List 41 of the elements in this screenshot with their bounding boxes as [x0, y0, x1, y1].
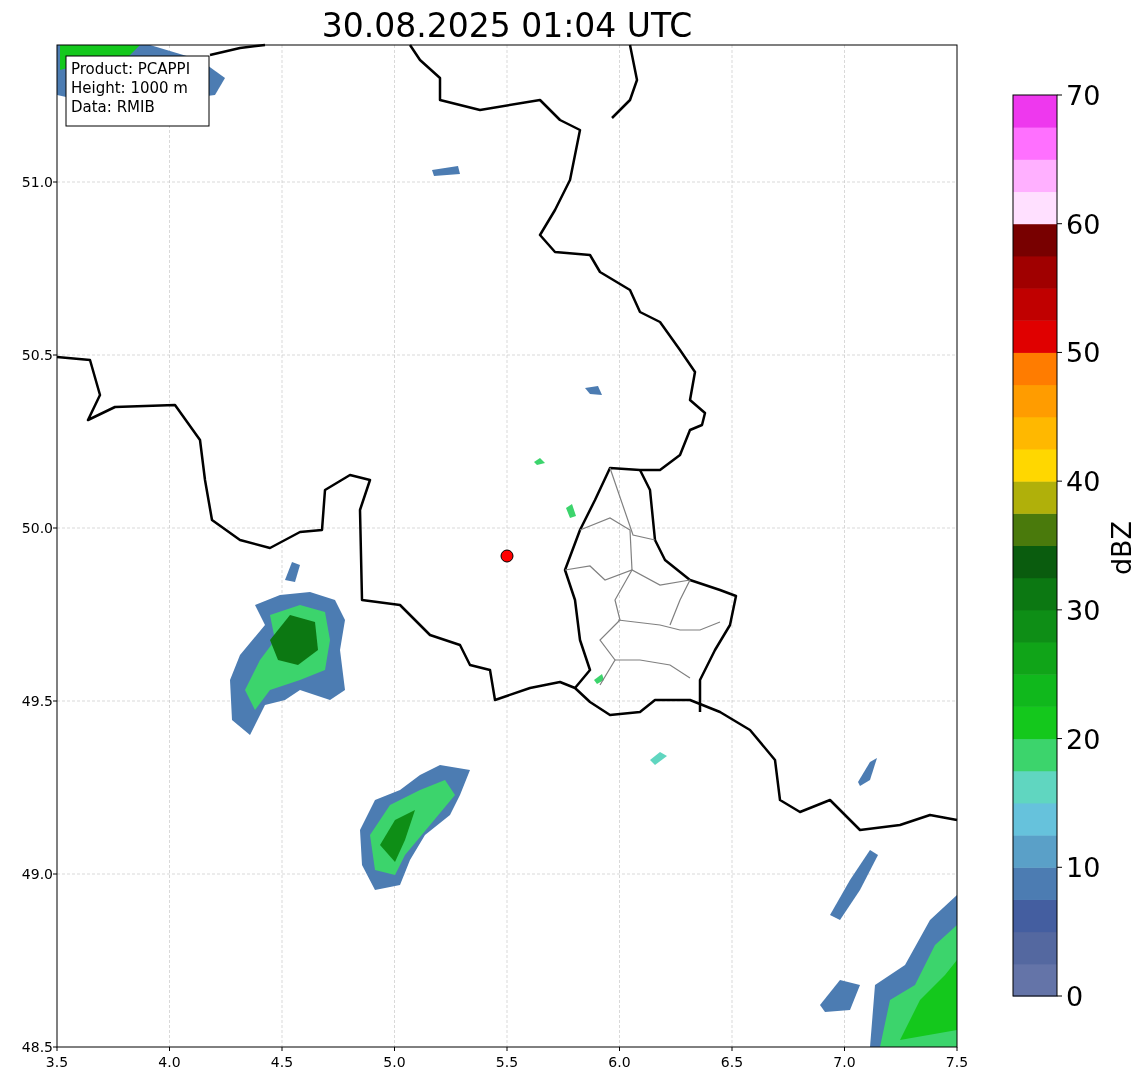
info-text: Product: PCAPPI: [71, 60, 191, 78]
precipitation-area: [594, 674, 604, 684]
y-tick-label: 51.0: [21, 174, 53, 190]
y-tick-label: 49.5: [21, 693, 53, 709]
colorbar-label: dBZ: [1106, 520, 1137, 576]
x-tick-label: 5.5: [495, 1054, 519, 1070]
colorbar-tick-label: 20: [1066, 723, 1101, 755]
info-text: Height: 1000 m: [71, 79, 188, 97]
colorbar-tick-label: 40: [1066, 466, 1101, 498]
precipitation-area: [830, 850, 878, 920]
y-tick-label: 48.5: [21, 1039, 53, 1055]
x-tick-label: 7.5: [945, 1054, 969, 1070]
precipitation-area: [820, 980, 860, 1012]
x-tick-label: 4.0: [158, 1054, 181, 1070]
precipitation-area: [534, 458, 545, 465]
colorbar-tick-label: 70: [1066, 80, 1101, 111]
precipitation-area: [380, 810, 415, 862]
x-tick-label: 6.0: [608, 1054, 631, 1070]
colorbar-tick-label: 60: [1066, 208, 1101, 240]
info-text: Data: RMIB: [71, 98, 155, 116]
y-tick-label: 49.0: [21, 866, 53, 882]
colorbar-tick-label: 10: [1066, 852, 1101, 884]
x-tick-label: 4.5: [270, 1054, 294, 1070]
map-title: 30.08.2025 01:04 UTC: [321, 6, 693, 45]
radar-site-marker: [500, 549, 514, 563]
precipitation-area: [285, 562, 300, 582]
colorbar-tick-label: 50: [1066, 337, 1101, 369]
precipitation-area: [566, 504, 576, 518]
precipitation-area: [432, 166, 460, 176]
precipitation-area: [858, 758, 877, 786]
y-tick-label: 50.5: [21, 347, 53, 363]
colorbar-tick-label: 0: [1066, 981, 1084, 1012]
y-tick-label: 50.0: [21, 520, 53, 536]
x-tick-label: 5.0: [383, 1054, 406, 1070]
x-tick-label: 3.5: [45, 1054, 69, 1070]
precipitation-area: [585, 386, 602, 395]
x-tick-label: 7.0: [833, 1054, 856, 1070]
precipitation-area: [270, 615, 318, 665]
x-tick-label: 6.5: [720, 1054, 744, 1070]
colorbar-tick-label: 30: [1066, 594, 1101, 626]
precipitation-area: [650, 752, 667, 765]
